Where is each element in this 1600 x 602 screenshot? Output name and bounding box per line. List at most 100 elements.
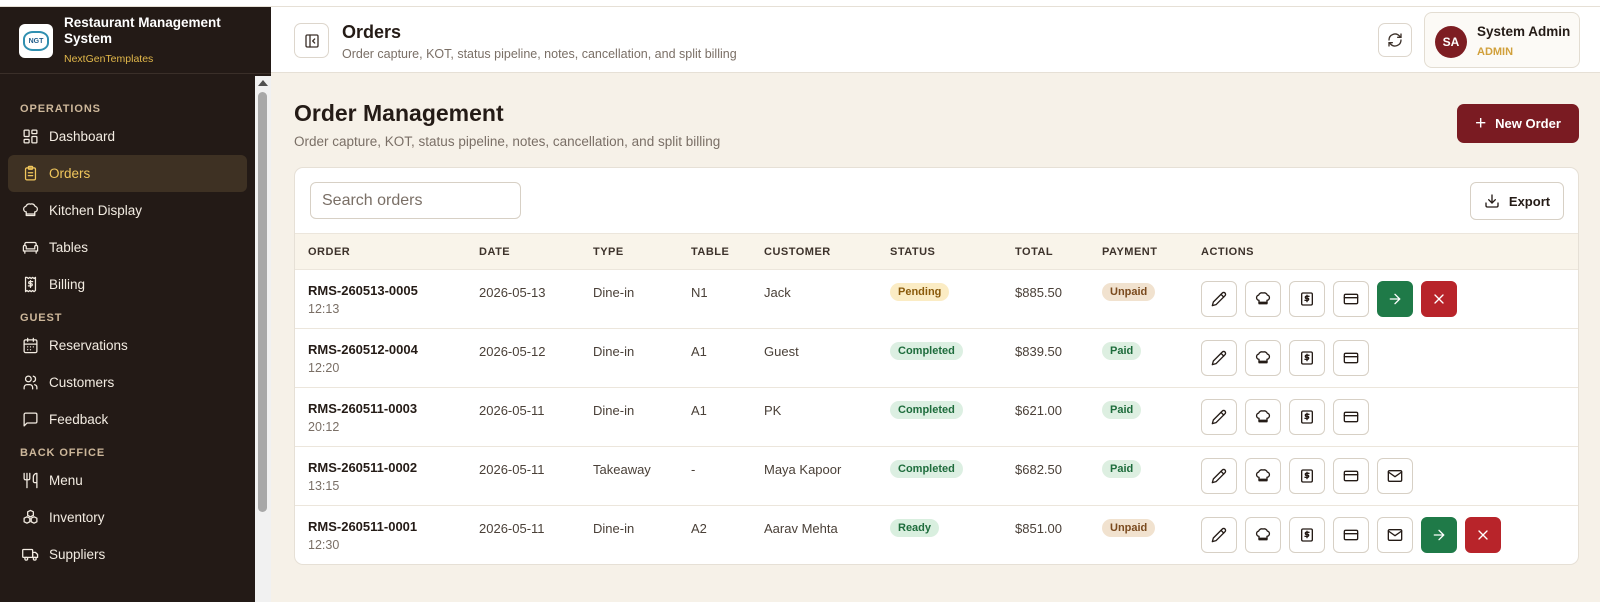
sidebar-item-dashboard[interactable]: Dashboard (8, 118, 247, 155)
sidebar-scrollbar[interactable] (255, 76, 271, 602)
sidebar-item-label: Customers (49, 375, 115, 390)
payment-button[interactable] (1333, 340, 1369, 376)
payment-button[interactable] (1333, 399, 1369, 435)
table-row[interactable]: RMS-260512-0004 12:20 2026-05-12 Dine-in… (295, 328, 1578, 388)
scroll-up-arrow[interactable] (258, 80, 268, 86)
table-row[interactable]: RMS-260511-0001 12:30 2026-05-11 Dine-in… (295, 506, 1578, 565)
pencil-icon (1211, 350, 1227, 366)
edit-button[interactable] (1201, 340, 1237, 376)
pencil-icon (1211, 409, 1227, 425)
send-to-kitchen-button[interactable] (1245, 399, 1281, 435)
sidebar-item-inventory[interactable]: Inventory (8, 499, 247, 536)
order-date: 2026-05-11 (479, 520, 545, 536)
status-cell: Completed (890, 446, 1015, 506)
sidebar-item-orders[interactable]: Orders (8, 155, 247, 192)
clipboard-icon (21, 165, 39, 183)
section-label: BACK OFFICE (20, 447, 106, 459)
send-to-kitchen-button[interactable] (1245, 281, 1281, 317)
table-row[interactable]: RMS-260513-0005 12:13 2026-05-13 Dine-in… (295, 269, 1578, 329)
sidebar-item-reservations[interactable]: Reservations (8, 327, 247, 364)
export-button[interactable]: Export (1470, 182, 1564, 220)
search-input[interactable] (310, 182, 521, 219)
refresh-button[interactable] (1378, 23, 1412, 57)
scrollbar-thumb[interactable] (258, 92, 267, 512)
column-header-status[interactable]: STATUS (890, 233, 1015, 270)
order-cell: RMS-260513-0005 12:13 (295, 269, 479, 329)
column-header-type[interactable]: TYPE (593, 233, 691, 270)
column-header-actions: ACTIONS (1201, 233, 1578, 270)
sidebar-nav: OPERATIONS Dashboard Orders Kitchen Display… (0, 74, 271, 602)
sidebar-item-label: Kitchen Display (49, 203, 143, 218)
email-button[interactable] (1377, 517, 1413, 554)
sidebar-item-kitchen-display[interactable]: Kitchen Display (8, 192, 247, 229)
sidebar-item-feedback[interactable]: Feedback (8, 401, 247, 438)
message-square-icon (21, 411, 39, 429)
table-row[interactable]: RMS-260511-0002 13:15 2026-05-11 Takeawa… (295, 446, 1578, 506)
customer-cell: Jack (764, 269, 890, 329)
chef-hat-icon (1255, 292, 1271, 305)
column-header-payment[interactable]: PAYMENT (1102, 233, 1201, 270)
column-header-order[interactable]: ORDER (295, 233, 479, 270)
refresh-icon (1388, 33, 1402, 47)
actions-cell (1201, 328, 1578, 388)
credit-card-icon (1343, 293, 1359, 305)
order-id: RMS-260511-0002 (308, 459, 418, 475)
edit-button[interactable] (1201, 458, 1237, 494)
table-number: A1 (691, 402, 707, 418)
order-date: 2026-05-11 (479, 461, 545, 477)
sidebar-item-label: Orders (49, 166, 91, 181)
email-button[interactable] (1377, 458, 1413, 494)
payment-button[interactable] (1333, 517, 1369, 554)
sidebar-toggle-icon (304, 33, 319, 48)
column-header-date[interactable]: DATE (479, 233, 593, 270)
sidebar-toggle-button[interactable] (294, 23, 329, 58)
order-time: 12:13 (308, 301, 340, 316)
sidebar-item-suppliers[interactable]: Suppliers (8, 536, 247, 573)
type-cell: Dine-in (593, 328, 691, 388)
row-actions (1201, 517, 1578, 554)
customer-cell: Aarav Mehta (764, 506, 890, 565)
send-to-kitchen-button[interactable] (1245, 517, 1281, 554)
new-order-button[interactable]: + New Order (1457, 104, 1579, 143)
payment-cell: Paid (1102, 446, 1201, 506)
customer-name: Jack (764, 284, 791, 300)
column-header-customer[interactable]: CUSTOMER (764, 233, 890, 270)
sidebar-item-menu[interactable]: Menu (8, 462, 247, 499)
cancel-order-button[interactable] (1465, 517, 1501, 554)
column-header-table[interactable]: TABLE (691, 233, 764, 270)
order-type: Dine-in (593, 520, 635, 536)
table-row[interactable]: RMS-260511-0003 20:12 2026-05-11 Dine-in… (295, 387, 1578, 447)
edit-button[interactable] (1201, 517, 1237, 554)
advance-status-button[interactable] (1377, 281, 1413, 317)
send-to-kitchen-button[interactable] (1245, 340, 1281, 376)
customer-cell: PK (764, 387, 890, 447)
edit-button[interactable] (1201, 281, 1237, 317)
payment-button[interactable] (1333, 281, 1369, 317)
bill-button[interactable] (1289, 517, 1325, 554)
bill-button[interactable] (1289, 399, 1325, 435)
chef-hat-icon (1255, 410, 1271, 423)
cancel-order-button[interactable] (1421, 281, 1457, 317)
bill-button[interactable] (1289, 340, 1325, 376)
page-title: Order Management (294, 100, 504, 126)
actions-cell (1201, 269, 1578, 329)
sidebar-item-billing[interactable]: Billing (8, 266, 247, 303)
dashboard-icon (21, 128, 39, 146)
sidebar-item-label: Dashboard (49, 129, 116, 144)
payment-button[interactable] (1333, 458, 1369, 494)
send-to-kitchen-button[interactable] (1245, 458, 1281, 494)
bill-button[interactable] (1289, 281, 1325, 317)
user-menu[interactable]: SA System Admin ADMIN (1424, 12, 1580, 68)
customer-name: Aarav Mehta (764, 520, 838, 536)
bill-button[interactable] (1289, 458, 1325, 494)
sidebar-item-customers[interactable]: Customers (8, 364, 247, 401)
sidebar-item-tables[interactable]: Tables (8, 229, 247, 266)
column-header-total[interactable]: TOTAL (1015, 233, 1102, 270)
mail-icon (1387, 529, 1403, 542)
order-time: 13:15 (308, 478, 340, 493)
payment-cell: Unpaid (1102, 506, 1201, 565)
order-type: Dine-in (593, 284, 635, 300)
advance-status-button[interactable] (1421, 517, 1457, 554)
utensils-icon (21, 472, 39, 490)
edit-button[interactable] (1201, 399, 1237, 435)
